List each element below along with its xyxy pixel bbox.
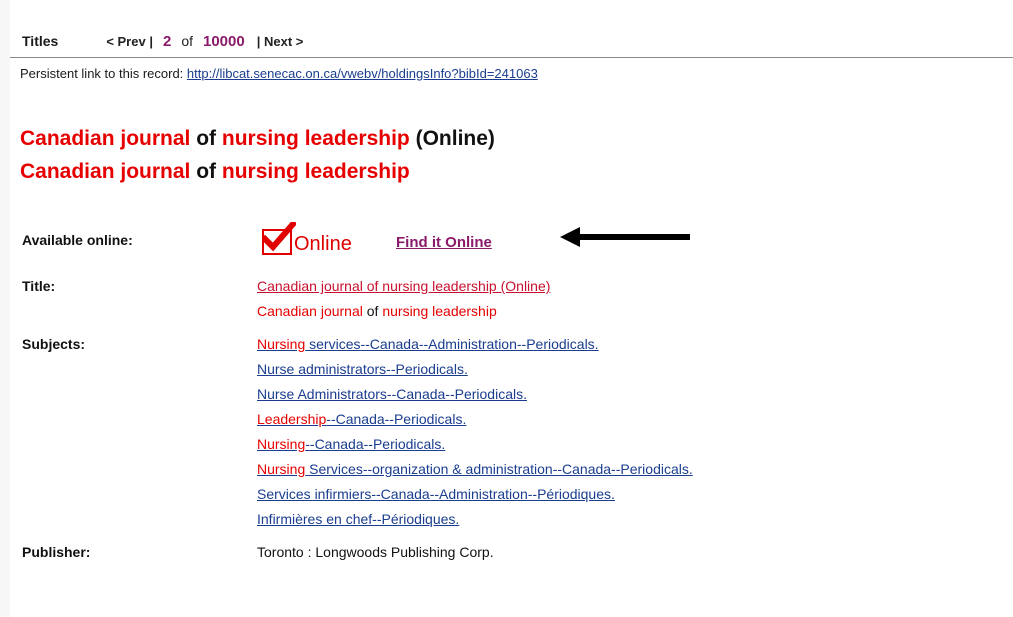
prev-link[interactable]: < Prev | xyxy=(106,34,153,49)
subject-link[interactable]: Nurse Administrators--Canada--Periodical… xyxy=(257,386,527,402)
checkmark-icon xyxy=(262,222,296,255)
online-logo-text: Online xyxy=(294,233,352,255)
title-highlight: Canadian journal xyxy=(20,127,191,150)
title-alt-highlight: Canadian journal xyxy=(257,303,363,319)
subject-link[interactable]: Services infirmiers--Canada--Administrat… xyxy=(257,486,615,502)
subject-link[interactable]: Nurse administrators--Periodicals. xyxy=(257,361,468,377)
title-word: of xyxy=(196,160,217,183)
find-it-online-link[interactable]: Find it Online xyxy=(396,234,492,251)
title-value: Canadian journal of nursing leadership (… xyxy=(257,278,550,294)
available-online-label: Available online: xyxy=(22,232,133,248)
subject-link[interactable]: Nursing Services--organization & adminis… xyxy=(257,461,693,477)
subject-link[interactable]: Nursing services--Canada--Administration… xyxy=(257,336,599,352)
publisher-value: Toronto : Longwoods Publishing Corp. xyxy=(257,544,494,560)
total-pages: 10000 xyxy=(203,33,245,50)
title-word: (Online) xyxy=(415,127,495,150)
next-link[interactable]: | Next > xyxy=(257,34,304,49)
subject-link[interactable]: Nursing--Canada--Periodicals. xyxy=(257,436,445,452)
title-highlight: nursing leadership xyxy=(221,127,410,150)
online-badge[interactable]: Online xyxy=(262,222,352,255)
title-link[interactable]: Canadian journal of nursing leadership (… xyxy=(257,278,550,294)
permalink-url[interactable]: http://libcat.senecac.on.ca/vwebv/holdin… xyxy=(187,66,538,81)
permalink-label: Persistent link to this record: xyxy=(20,66,184,81)
subject-link[interactable]: Infirmières en chef--Périodiques. xyxy=(257,511,459,527)
record-title-1: Canadian journal of nursing leadership (… xyxy=(20,126,495,152)
title-alt-word: of xyxy=(366,303,379,319)
title-highlight: nursing leadership xyxy=(221,160,410,183)
subjects-label: Subjects: xyxy=(22,336,86,352)
left-arrow-icon xyxy=(560,227,690,252)
title-alt: Canadian journal of nursing leadership xyxy=(257,303,497,319)
publisher-label: Publisher: xyxy=(22,544,91,560)
divider xyxy=(10,57,1013,58)
title-alt-highlight: nursing leadership xyxy=(382,303,497,319)
of-label: of xyxy=(181,33,193,49)
titles-link[interactable]: Titles xyxy=(22,33,58,49)
content-panel xyxy=(10,0,1013,617)
subject-link[interactable]: Leadership--Canada--Periodicals. xyxy=(257,411,466,427)
permalink: Persistent link to this record: http://l… xyxy=(20,66,538,81)
title-word: of xyxy=(196,127,217,150)
record-title-2: Canadian journal of nursing leadership xyxy=(20,159,410,185)
title-label: Title: xyxy=(22,278,56,294)
record-navigation: Titles < Prev | 2 of 10000 | Next > xyxy=(22,33,303,53)
current-page: 2 xyxy=(162,33,172,50)
title-highlight: Canadian journal xyxy=(20,160,191,183)
